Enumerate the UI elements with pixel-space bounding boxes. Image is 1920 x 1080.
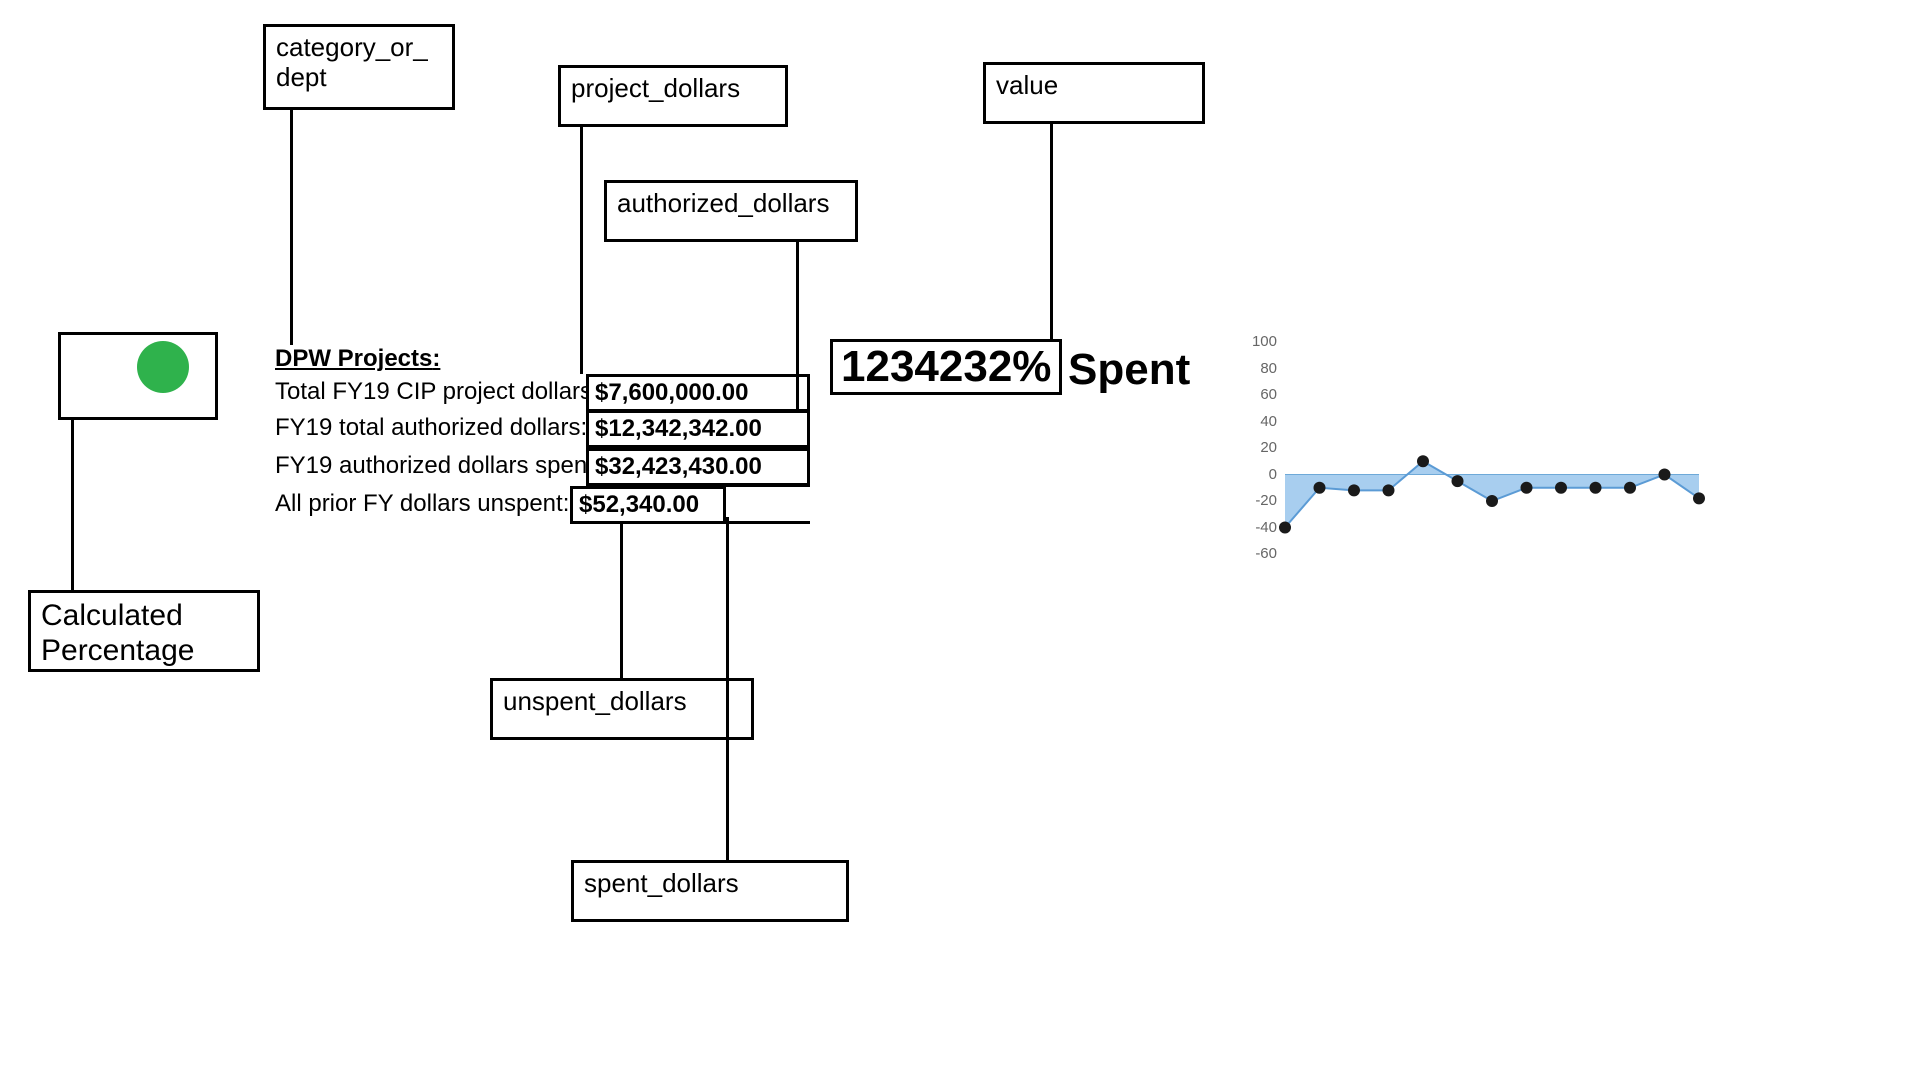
edge <box>1050 124 1053 339</box>
sparkline-ytick: -20 <box>1237 492 1277 509</box>
sparkline-ytick: -60 <box>1237 545 1277 562</box>
node-label: authorized_dollars <box>617 188 829 218</box>
percent-value: 1234232% <box>841 342 1051 391</box>
node-label: category_or_dept <box>276 32 428 92</box>
card-line-value: $12,342,342.00 <box>586 410 810 448</box>
card-line-label: All prior FY dollars unspent: <box>275 490 569 518</box>
status-card <box>58 332 218 420</box>
node-value: value <box>983 62 1205 124</box>
sparkline-ytick: -40 <box>1237 519 1277 536</box>
edge <box>726 517 729 860</box>
node-label: spent_dollars <box>584 868 739 898</box>
node-category-or-dept: category_or_dept <box>263 24 455 110</box>
node-calculated-percentage: CalculatedPercentage <box>28 590 260 672</box>
node-label: value <box>996 70 1058 100</box>
sparkline-ytick: 80 <box>1237 360 1277 377</box>
card-line-value: $32,423,430.00 <box>586 448 810 486</box>
node-label: project_dollars <box>571 73 740 103</box>
sparkline-ytick: 0 <box>1237 466 1277 483</box>
node-label: CalculatedPercentage <box>41 599 194 667</box>
edge <box>290 110 293 345</box>
card-line-label: FY19 total authorized dollars: <box>275 414 587 442</box>
edge <box>615 484 810 487</box>
edge <box>71 420 74 590</box>
node-authorized-dollars: authorized_dollars <box>604 180 858 242</box>
percent-value-box: 1234232% <box>830 339 1062 395</box>
node-unspent-dollars: unspent_dollars <box>490 678 754 740</box>
edge <box>620 521 623 678</box>
spent-label: Spent <box>1068 345 1190 395</box>
edge <box>571 521 810 524</box>
status-dot-icon <box>137 341 189 393</box>
node-label: unspent_dollars <box>503 686 687 716</box>
card-title: DPW Projects: <box>275 345 440 373</box>
edge <box>796 242 799 410</box>
edge <box>580 127 583 374</box>
sparkline-ytick: 60 <box>1237 386 1277 403</box>
sparkline-ytick: 100 <box>1237 333 1277 350</box>
sparkline-ytick: 40 <box>1237 413 1277 430</box>
sparkline-svg <box>1235 338 1705 558</box>
card-line-value: $52,340.00 <box>570 486 726 524</box>
node-project-dollars: project_dollars <box>558 65 788 127</box>
card-line-value: $7,600,000.00 <box>586 374 810 412</box>
card-line-label: Total FY19 CIP project dollars: <box>275 378 599 406</box>
node-spent-dollars: spent_dollars <box>571 860 849 922</box>
sparkline-chart <box>1235 338 1705 558</box>
card-line-label: FY19 authorized dollars spent: <box>275 452 601 480</box>
sparkline-ytick: 20 <box>1237 439 1277 456</box>
